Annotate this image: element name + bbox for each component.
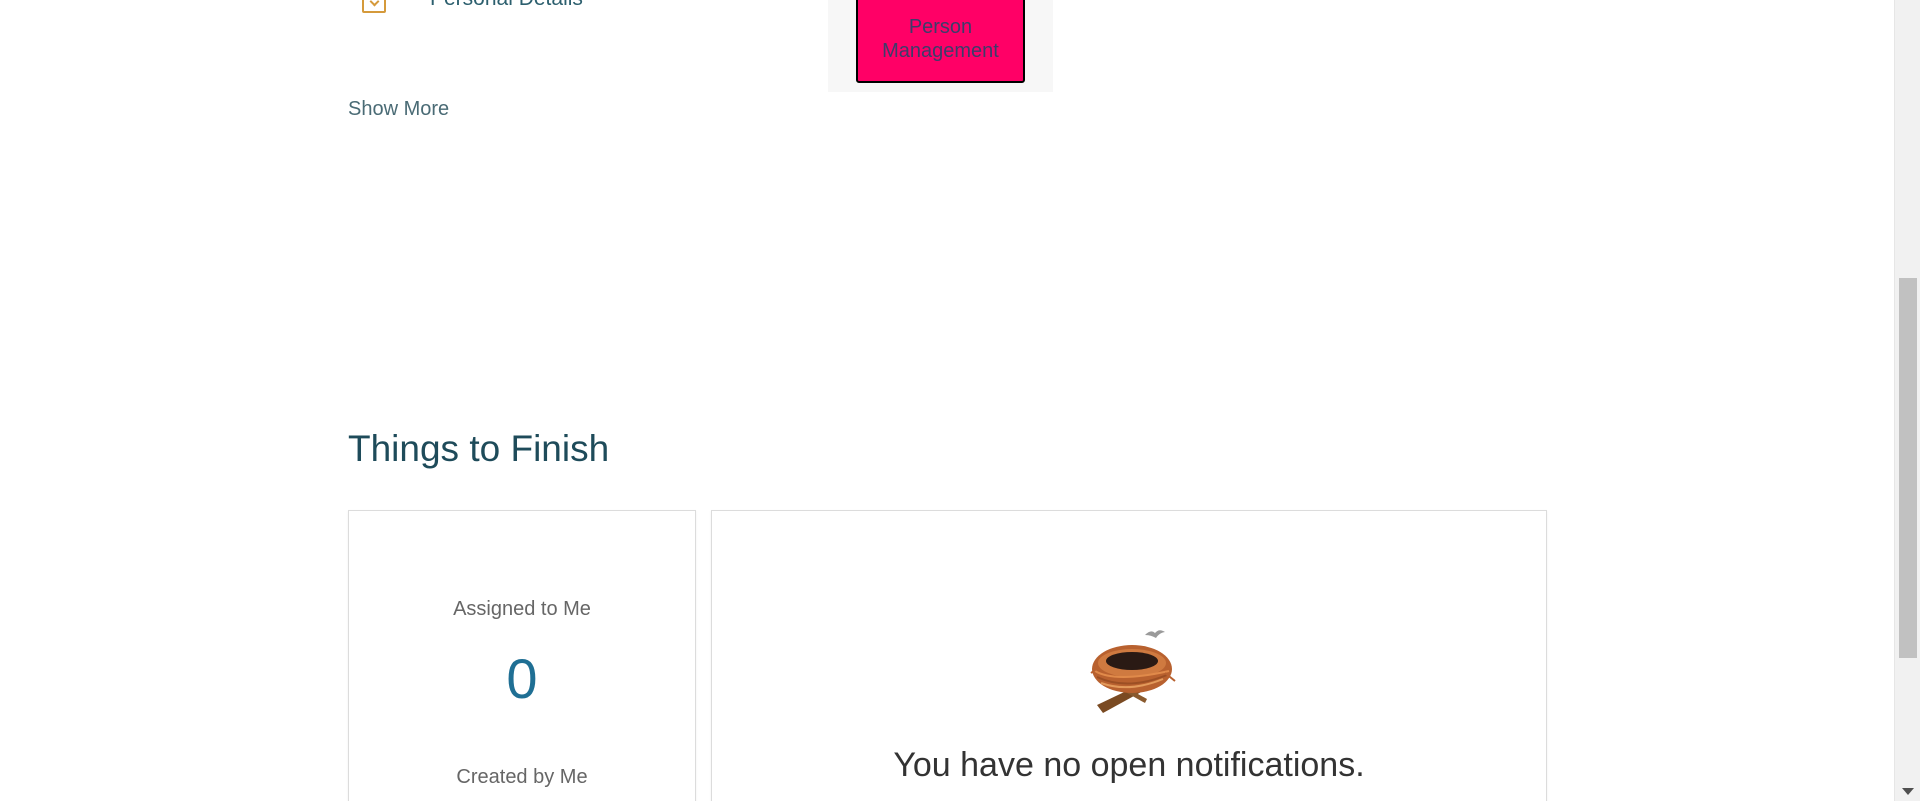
notifications-card: You have no open notifications. — [711, 510, 1547, 801]
quick-action-personal-details[interactable]: Personal Details — [362, 0, 583, 16]
page: Personal Details Person Management Show … — [0, 0, 1920, 801]
show-more-link[interactable]: Show More — [348, 98, 449, 121]
created-by-me-label[interactable]: Created by Me — [349, 766, 695, 789]
document-check-icon — [362, 0, 386, 13]
scrollbar-thumb[interactable] — [1899, 278, 1917, 658]
quick-action-label: Personal Details — [430, 0, 583, 11]
empty-notifications-message: You have no open notifications. — [893, 746, 1365, 784]
bird-nest-icon — [1090, 630, 1176, 713]
tasks-summary-card: Assigned to Me 0 Created by Me — [348, 510, 696, 801]
assigned-to-me-label: Assigned to Me — [453, 598, 591, 620]
person-management-button[interactable]: Person Management — [856, 0, 1025, 83]
assigned-to-me-count[interactable]: 0 — [349, 646, 695, 711]
vertical-scrollbar[interactable] — [1894, 0, 1920, 801]
scroll-down-arrow-icon[interactable] — [1902, 788, 1914, 795]
person-management-tile: Person Management — [828, 0, 1053, 92]
section-title: Things to Finish — [348, 428, 610, 469]
